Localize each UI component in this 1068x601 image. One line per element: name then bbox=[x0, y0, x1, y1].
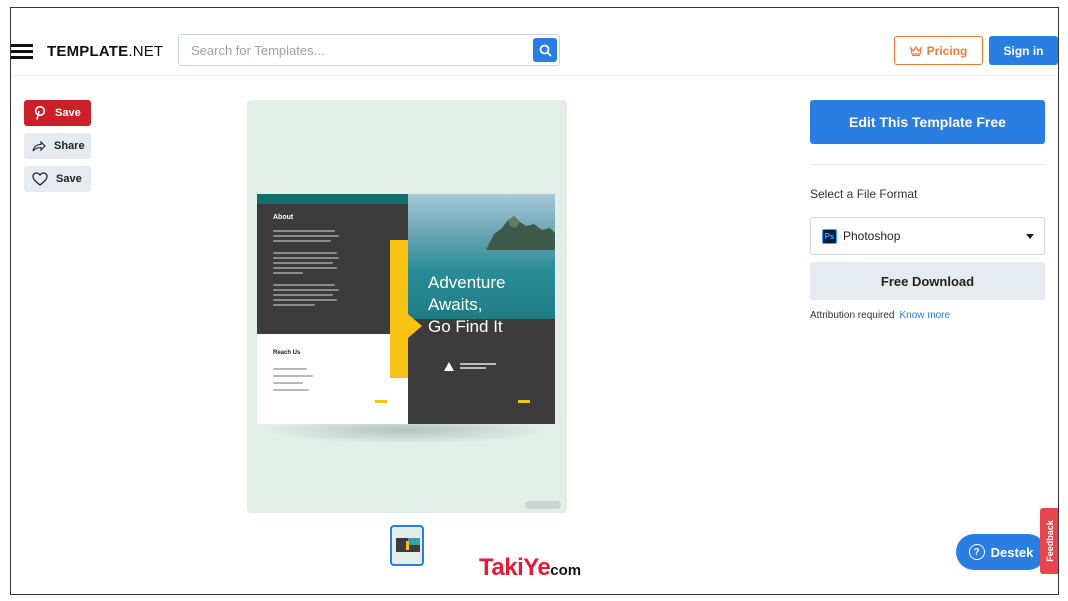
brand-suffix: com bbox=[550, 562, 582, 579]
search-icon bbox=[539, 44, 552, 57]
search-input[interactable] bbox=[179, 35, 524, 65]
pinterest-save-label: Save bbox=[55, 107, 81, 119]
share-icon bbox=[32, 140, 46, 151]
logo[interactable]: TEMPLATE.NET bbox=[47, 43, 163, 60]
logo-bold: TEMPLATE bbox=[47, 43, 129, 60]
company-logo bbox=[444, 362, 496, 371]
share-button[interactable]: Share bbox=[24, 133, 91, 159]
headline-line-3: Go Find It bbox=[428, 317, 503, 336]
reach-us-title: Reach Us bbox=[273, 350, 301, 356]
template-watermark bbox=[525, 501, 561, 509]
save-label: Save bbox=[56, 173, 82, 185]
edit-template-button[interactable]: Edit This Template Free bbox=[810, 100, 1045, 144]
page-frame: TEMPLATE.NET Pricing Sign in Save Share … bbox=[10, 7, 1059, 595]
attribution-note: Attribution required Know more bbox=[810, 310, 950, 321]
brand-text: Taki bbox=[479, 554, 524, 581]
help-icon: ? bbox=[968, 544, 985, 560]
yellow-arrow bbox=[408, 314, 422, 338]
about-title: About bbox=[273, 214, 294, 221]
share-label: Share bbox=[54, 140, 85, 152]
menu-icon[interactable] bbox=[11, 44, 33, 59]
feedback-tab[interactable]: Feedback bbox=[1040, 508, 1058, 574]
file-format-value: Photoshop bbox=[843, 229, 901, 243]
file-format-select[interactable]: Ps Photoshop bbox=[810, 217, 1045, 255]
search-button[interactable] bbox=[533, 38, 557, 62]
pricing-label: Pricing bbox=[926, 43, 968, 58]
yellow-accent-bar bbox=[390, 240, 408, 378]
favorite-save-button[interactable]: Save bbox=[24, 166, 91, 192]
pinterest-save-button[interactable]: Save bbox=[24, 100, 91, 126]
search-bar bbox=[178, 34, 560, 66]
know-more-link[interactable]: Know more bbox=[900, 310, 951, 321]
free-download-button[interactable]: Free Download bbox=[810, 262, 1045, 300]
logo-light: .NET bbox=[128, 43, 164, 60]
template-preview[interactable]: About Reach Us Adventure Awaits, Go Find… bbox=[247, 100, 567, 513]
heart-icon bbox=[32, 172, 48, 186]
divider bbox=[810, 164, 1045, 165]
template-thumbnail[interactable] bbox=[390, 525, 424, 566]
header: TEMPLATE.NET Pricing Sign in bbox=[11, 8, 1058, 76]
attribution-text: Attribution required bbox=[810, 310, 895, 321]
island-shape bbox=[486, 216, 555, 250]
pricing-button[interactable]: Pricing bbox=[894, 36, 983, 65]
brochure-right-panel: Adventure Awaits, Go Find It bbox=[408, 194, 555, 424]
brochure-mockup: About Reach Us Adventure Awaits, Go Find… bbox=[257, 194, 555, 424]
takiye-watermark: TakiYecom bbox=[479, 554, 581, 582]
photoshop-icon: Ps bbox=[822, 228, 837, 244]
brochure-headline: Adventure Awaits, Go Find It bbox=[428, 272, 506, 338]
file-format-label: Select a File Format bbox=[810, 187, 918, 201]
crown-icon bbox=[909, 45, 922, 56]
signin-button[interactable]: Sign in bbox=[989, 36, 1058, 65]
brochure-left-panel: About Reach Us bbox=[257, 194, 408, 424]
pinterest-icon bbox=[34, 106, 46, 120]
headline-line-2: Awaits, bbox=[428, 295, 483, 314]
destek-label: Destek bbox=[990, 544, 1034, 560]
brand-accent: Ye bbox=[523, 554, 551, 581]
caret-down-icon bbox=[1026, 234, 1034, 239]
destek-button[interactable]: ? Destek bbox=[956, 534, 1046, 570]
headline-line-1: Adventure bbox=[428, 273, 506, 292]
feedback-label: Feedback bbox=[1045, 520, 1055, 562]
